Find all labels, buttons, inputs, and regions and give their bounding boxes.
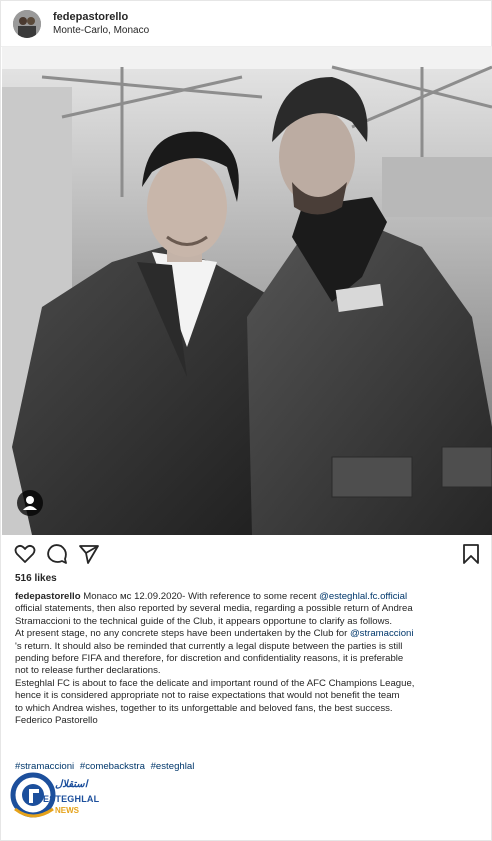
post-username[interactable]: fedepastorello	[53, 10, 149, 24]
caption-username[interactable]: fedepastorello	[15, 591, 81, 602]
caption-line: official statements, then also reported …	[15, 603, 413, 615]
caption-line: At present stage, no any concrete steps …	[15, 628, 481, 640]
logo-brand-text: ESTEGHLAL	[43, 794, 100, 804]
post-header: fedepastorello Monte-Carlo, Monaco	[1, 1, 492, 47]
post-caption: fedepastorello Monaco мс 12.09.2020- Wit…	[15, 591, 481, 727]
bookmark-icon[interactable]	[459, 542, 483, 566]
caption-line: Federico Pastorello	[15, 715, 98, 727]
post-location[interactable]: Monte-Carlo, Monaco	[53, 24, 149, 38]
heart-icon[interactable]	[13, 542, 37, 566]
action-bar	[1, 539, 492, 569]
instagram-post: fedepastorello Monte-Carlo, Monaco 516 l…	[0, 0, 492, 841]
mention-link[interactable]: @stramaccioni	[350, 628, 414, 639]
caption-line: Stramaccioni to the technical guide of t…	[15, 615, 393, 627]
avatar[interactable]	[13, 9, 41, 38]
post-header-text: fedepastorello Monte-Carlo, Monaco	[53, 10, 149, 38]
hashtag-link[interactable]: #esteghlal	[151, 761, 195, 772]
mention-link[interactable]: @esteghlal.fc.official	[319, 591, 407, 602]
caption-line: to which Andrea wishes, together to its …	[15, 702, 393, 714]
esteghlal-news-logo: استقلال ESTEGHLAL NEWS	[9, 765, 101, 825]
user-tag-icon[interactable]	[17, 490, 43, 516]
caption-line: fedepastorello Monaco мс 12.09.2020- Wit…	[15, 591, 481, 603]
caption-line: not to release further declarations.	[15, 665, 161, 677]
comment-icon[interactable]	[45, 542, 69, 566]
caption-line: hence it is considered appropriate not t…	[15, 690, 400, 702]
logo-persian-text: استقلال	[55, 779, 88, 790]
caption-line: pending before FIFA and therefore, for d…	[15, 653, 404, 665]
likes-count[interactable]: 516 likes	[15, 573, 57, 584]
caption-line: Esteghlal FC is about to face the delica…	[15, 677, 415, 689]
logo-news-text: NEWS	[55, 806, 79, 815]
caption-line: 's return. It should also be reminded th…	[15, 640, 403, 652]
post-photo[interactable]	[2, 47, 492, 535]
paper-plane-icon[interactable]	[77, 542, 101, 566]
caption-text: At present stage, no any concrete steps …	[15, 628, 350, 640]
caption-text: Monaco мс 12.09.2020- With reference to …	[80, 591, 320, 602]
